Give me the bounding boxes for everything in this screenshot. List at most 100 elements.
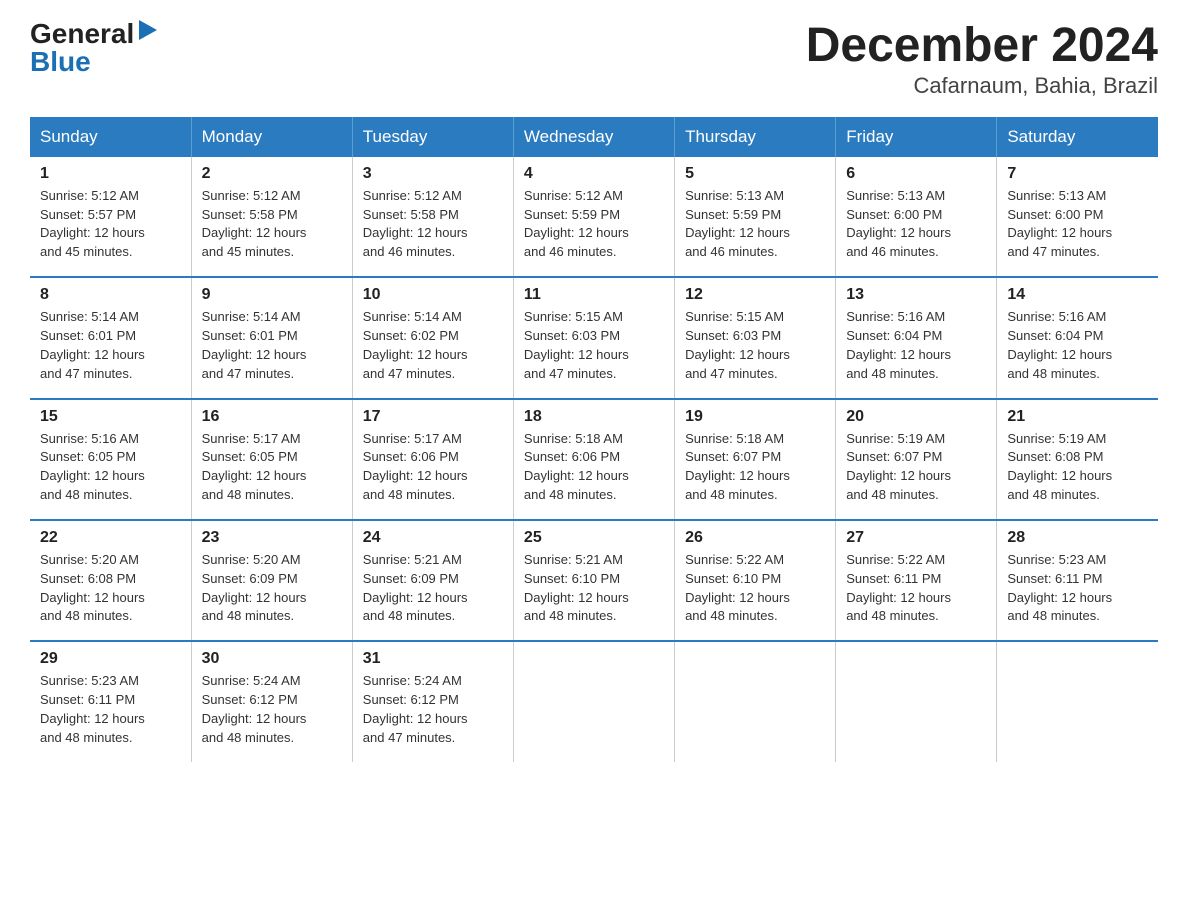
calendar-cell xyxy=(675,641,836,761)
calendar-cell: 13 Sunrise: 5:16 AM Sunset: 6:04 PM Dayl… xyxy=(836,277,997,398)
day-number: 18 xyxy=(524,408,664,426)
calendar-cell xyxy=(997,641,1158,761)
day-detail: Sunrise: 5:13 AM Sunset: 6:00 PM Dayligh… xyxy=(1007,187,1148,262)
calendar-cell: 30 Sunrise: 5:24 AM Sunset: 6:12 PM Dayl… xyxy=(191,641,352,761)
day-detail: Sunrise: 5:16 AM Sunset: 6:04 PM Dayligh… xyxy=(846,308,986,383)
day-number: 9 xyxy=(202,286,342,304)
calendar-cell: 17 Sunrise: 5:17 AM Sunset: 6:06 PM Dayl… xyxy=(352,399,513,520)
day-detail: Sunrise: 5:22 AM Sunset: 6:10 PM Dayligh… xyxy=(685,551,825,626)
day-detail: Sunrise: 5:18 AM Sunset: 6:06 PM Dayligh… xyxy=(524,430,664,505)
day-detail: Sunrise: 5:19 AM Sunset: 6:07 PM Dayligh… xyxy=(846,430,986,505)
day-number: 3 xyxy=(363,165,503,183)
day-number: 1 xyxy=(40,165,181,183)
day-detail: Sunrise: 5:14 AM Sunset: 6:01 PM Dayligh… xyxy=(202,308,342,383)
header-sunday: Sunday xyxy=(30,117,191,157)
day-number: 30 xyxy=(202,650,342,668)
calendar-cell: 3 Sunrise: 5:12 AM Sunset: 5:58 PM Dayli… xyxy=(352,157,513,277)
calendar-cell: 29 Sunrise: 5:23 AM Sunset: 6:11 PM Dayl… xyxy=(30,641,191,761)
day-number: 15 xyxy=(40,408,181,426)
calendar-cell: 2 Sunrise: 5:12 AM Sunset: 5:58 PM Dayli… xyxy=(191,157,352,277)
day-number: 4 xyxy=(524,165,664,183)
calendar-cell: 25 Sunrise: 5:21 AM Sunset: 6:10 PM Dayl… xyxy=(513,520,674,641)
day-detail: Sunrise: 5:14 AM Sunset: 6:01 PM Dayligh… xyxy=(40,308,181,383)
day-number: 6 xyxy=(846,165,986,183)
calendar-cell: 5 Sunrise: 5:13 AM Sunset: 5:59 PM Dayli… xyxy=(675,157,836,277)
calendar-cell: 6 Sunrise: 5:13 AM Sunset: 6:00 PM Dayli… xyxy=(836,157,997,277)
header-wednesday: Wednesday xyxy=(513,117,674,157)
header-monday: Monday xyxy=(191,117,352,157)
calendar-cell: 21 Sunrise: 5:19 AM Sunset: 6:08 PM Dayl… xyxy=(997,399,1158,520)
day-number: 21 xyxy=(1007,408,1148,426)
calendar-cell: 4 Sunrise: 5:12 AM Sunset: 5:59 PM Dayli… xyxy=(513,157,674,277)
day-detail: Sunrise: 5:15 AM Sunset: 6:03 PM Dayligh… xyxy=(685,308,825,383)
calendar-cell: 10 Sunrise: 5:14 AM Sunset: 6:02 PM Dayl… xyxy=(352,277,513,398)
header-tuesday: Tuesday xyxy=(352,117,513,157)
day-number: 13 xyxy=(846,286,986,304)
day-detail: Sunrise: 5:23 AM Sunset: 6:11 PM Dayligh… xyxy=(40,672,181,747)
day-number: 31 xyxy=(363,650,503,668)
calendar-cell xyxy=(836,641,997,761)
calendar-cell: 24 Sunrise: 5:21 AM Sunset: 6:09 PM Dayl… xyxy=(352,520,513,641)
day-number: 26 xyxy=(685,529,825,547)
logo: General Blue xyxy=(30,20,158,76)
calendar-cell: 28 Sunrise: 5:23 AM Sunset: 6:11 PM Dayl… xyxy=(997,520,1158,641)
day-number: 11 xyxy=(524,286,664,304)
day-detail: Sunrise: 5:24 AM Sunset: 6:12 PM Dayligh… xyxy=(202,672,342,747)
day-detail: Sunrise: 5:21 AM Sunset: 6:09 PM Dayligh… xyxy=(363,551,503,626)
calendar-cell: 19 Sunrise: 5:18 AM Sunset: 6:07 PM Dayl… xyxy=(675,399,836,520)
title-block: December 2024 Cafarnaum, Bahia, Brazil xyxy=(806,20,1158,99)
calendar-cell: 11 Sunrise: 5:15 AM Sunset: 6:03 PM Dayl… xyxy=(513,277,674,398)
day-number: 27 xyxy=(846,529,986,547)
day-detail: Sunrise: 5:24 AM Sunset: 6:12 PM Dayligh… xyxy=(363,672,503,747)
header-thursday: Thursday xyxy=(675,117,836,157)
calendar-header-row: SundayMondayTuesdayWednesdayThursdayFrid… xyxy=(30,117,1158,157)
day-detail: Sunrise: 5:16 AM Sunset: 6:04 PM Dayligh… xyxy=(1007,308,1148,383)
day-number: 25 xyxy=(524,529,664,547)
day-detail: Sunrise: 5:16 AM Sunset: 6:05 PM Dayligh… xyxy=(40,430,181,505)
day-number: 7 xyxy=(1007,165,1148,183)
day-number: 2 xyxy=(202,165,342,183)
day-detail: Sunrise: 5:13 AM Sunset: 6:00 PM Dayligh… xyxy=(846,187,986,262)
calendar-week-3: 15 Sunrise: 5:16 AM Sunset: 6:05 PM Dayl… xyxy=(30,399,1158,520)
day-number: 24 xyxy=(363,529,503,547)
day-number: 20 xyxy=(846,408,986,426)
calendar-cell: 9 Sunrise: 5:14 AM Sunset: 6:01 PM Dayli… xyxy=(191,277,352,398)
day-detail: Sunrise: 5:12 AM Sunset: 5:58 PM Dayligh… xyxy=(363,187,503,262)
day-detail: Sunrise: 5:12 AM Sunset: 5:57 PM Dayligh… xyxy=(40,187,181,262)
day-number: 16 xyxy=(202,408,342,426)
day-detail: Sunrise: 5:19 AM Sunset: 6:08 PM Dayligh… xyxy=(1007,430,1148,505)
day-detail: Sunrise: 5:15 AM Sunset: 6:03 PM Dayligh… xyxy=(524,308,664,383)
logo-blue: Blue xyxy=(30,48,91,76)
calendar-cell: 27 Sunrise: 5:22 AM Sunset: 6:11 PM Dayl… xyxy=(836,520,997,641)
day-detail: Sunrise: 5:14 AM Sunset: 6:02 PM Dayligh… xyxy=(363,308,503,383)
day-detail: Sunrise: 5:23 AM Sunset: 6:11 PM Dayligh… xyxy=(1007,551,1148,626)
page-header: General Blue December 2024 Cafarnaum, Ba… xyxy=(30,20,1158,99)
header-friday: Friday xyxy=(836,117,997,157)
logo-arrow-icon xyxy=(139,20,157,40)
day-number: 19 xyxy=(685,408,825,426)
day-number: 8 xyxy=(40,286,181,304)
day-detail: Sunrise: 5:18 AM Sunset: 6:07 PM Dayligh… xyxy=(685,430,825,505)
calendar-cell: 15 Sunrise: 5:16 AM Sunset: 6:05 PM Dayl… xyxy=(30,399,191,520)
day-number: 14 xyxy=(1007,286,1148,304)
calendar-cell: 16 Sunrise: 5:17 AM Sunset: 6:05 PM Dayl… xyxy=(191,399,352,520)
calendar-cell: 31 Sunrise: 5:24 AM Sunset: 6:12 PM Dayl… xyxy=(352,641,513,761)
calendar-cell: 20 Sunrise: 5:19 AM Sunset: 6:07 PM Dayl… xyxy=(836,399,997,520)
calendar-week-1: 1 Sunrise: 5:12 AM Sunset: 5:57 PM Dayli… xyxy=(30,157,1158,277)
day-detail: Sunrise: 5:12 AM Sunset: 5:59 PM Dayligh… xyxy=(524,187,664,262)
day-number: 29 xyxy=(40,650,181,668)
calendar-cell: 26 Sunrise: 5:22 AM Sunset: 6:10 PM Dayl… xyxy=(675,520,836,641)
day-number: 23 xyxy=(202,529,342,547)
calendar-table: SundayMondayTuesdayWednesdayThursdayFrid… xyxy=(30,117,1158,762)
calendar-cell: 14 Sunrise: 5:16 AM Sunset: 6:04 PM Dayl… xyxy=(997,277,1158,398)
day-detail: Sunrise: 5:17 AM Sunset: 6:06 PM Dayligh… xyxy=(363,430,503,505)
day-detail: Sunrise: 5:13 AM Sunset: 5:59 PM Dayligh… xyxy=(685,187,825,262)
header-saturday: Saturday xyxy=(997,117,1158,157)
calendar-cell: 8 Sunrise: 5:14 AM Sunset: 6:01 PM Dayli… xyxy=(30,277,191,398)
day-detail: Sunrise: 5:21 AM Sunset: 6:10 PM Dayligh… xyxy=(524,551,664,626)
day-number: 17 xyxy=(363,408,503,426)
day-number: 5 xyxy=(685,165,825,183)
day-number: 10 xyxy=(363,286,503,304)
day-detail: Sunrise: 5:20 AM Sunset: 6:09 PM Dayligh… xyxy=(202,551,342,626)
calendar-cell: 18 Sunrise: 5:18 AM Sunset: 6:06 PM Dayl… xyxy=(513,399,674,520)
